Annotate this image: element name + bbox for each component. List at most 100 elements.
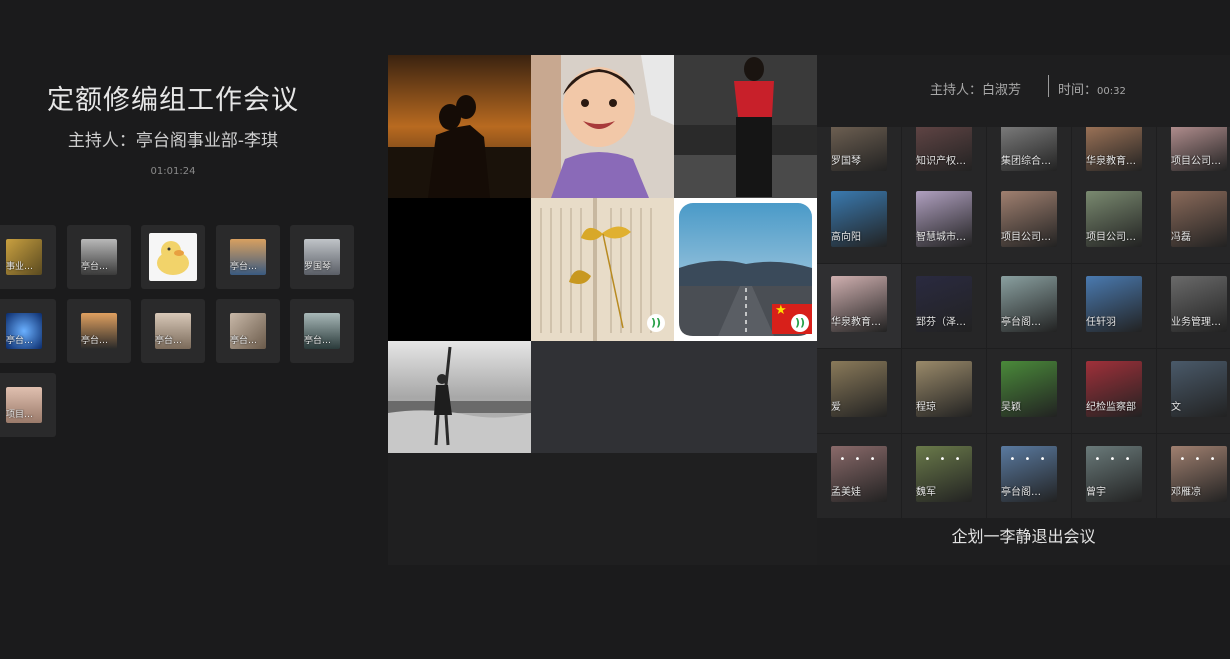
timer-value: 00:32 xyxy=(1097,86,1126,97)
avatar xyxy=(149,233,197,281)
participant-tile[interactable]: 亭台… xyxy=(216,225,280,289)
participant-tile[interactable]: • • • 曾宇 xyxy=(1072,434,1156,518)
participant-name: 亭台… xyxy=(81,336,109,346)
participant-name: 纪检监察部 xyxy=(1086,402,1136,413)
video-feed[interactable] xyxy=(388,341,531,453)
participant-tile[interactable]: 业务管理… xyxy=(1157,264,1230,348)
participant-tile[interactable]: 亭台… xyxy=(67,225,131,289)
participant-tile[interactable]: 华泉教育… xyxy=(817,264,901,348)
participant-tile[interactable]: 郅芬（泽… xyxy=(902,264,986,348)
participant-name: 亭台… xyxy=(304,336,332,346)
participant-tile[interactable]: 罗国琴 xyxy=(290,225,354,289)
video-feed[interactable]: ★ )) xyxy=(674,198,817,341)
participant-name: 亭台阁… xyxy=(1001,317,1041,328)
participant-name: 亭台阁… xyxy=(1001,487,1041,498)
video-feed-empty xyxy=(674,341,817,453)
right-header: 主持人：白淑芳 时间：00:32 xyxy=(817,55,1230,127)
participant-name: 项目公司… xyxy=(1086,232,1136,243)
participant-tile[interactable]: 吴颖 xyxy=(987,349,1071,433)
participant-tile[interactable]: 高向阳 xyxy=(817,179,901,263)
participant-name: 亭台… xyxy=(6,336,34,346)
participant-name: 亭台… xyxy=(81,262,109,272)
participant-name: 罗国琴 xyxy=(831,156,861,167)
participant-name: 曾宇 xyxy=(1086,487,1106,498)
connecting-dots-icon: • • • xyxy=(839,454,879,465)
participant-tile[interactable]: 文 xyxy=(1157,349,1230,433)
participant-tile[interactable]: 亭台… xyxy=(141,299,205,363)
participant-name: 集团综合… xyxy=(1001,156,1051,167)
participant-name: 吴颖 xyxy=(1001,402,1021,413)
participant-name: 程琼 xyxy=(916,402,936,413)
participant-tile[interactable]: 亭台… xyxy=(67,299,131,363)
participant-name: 罗国琴 xyxy=(304,262,332,272)
participant-name: 华泉教育… xyxy=(831,317,881,328)
participant-name: 智慧城市… xyxy=(916,232,966,243)
video-feed[interactable] xyxy=(674,55,817,198)
connecting-dots-icon: • • • xyxy=(1094,454,1134,465)
participant-tile[interactable]: 智慧城市… xyxy=(902,179,986,263)
participant-tile[interactable]: 项目公司… xyxy=(1072,179,1156,263)
participant-name: 业务管理… xyxy=(1171,317,1221,328)
participant-tile[interactable]: 项目公司… xyxy=(987,179,1071,263)
participant-panel: 主持人：白淑芳 时间：00:32 罗国琴 知识产权… 集团综合… 华泉教育… 项目公司…… xyxy=(817,55,1230,565)
meeting-info-panel: 定额修编组工作会议 主持人：亭台阁事业部-李琪 01:01:24 事业… 亭台… xyxy=(0,55,372,565)
participant-name: 任轩羽 xyxy=(1086,317,1116,328)
participant-tile[interactable]: • • • 孟美娃 xyxy=(817,434,901,518)
participant-name: 事业… xyxy=(6,262,34,272)
connecting-dots-icon: • • • xyxy=(924,454,964,465)
participant-name: 亭台… xyxy=(155,336,183,346)
right-host-label: 主持人：白淑芳 xyxy=(930,83,1022,98)
participant-name: 魏军 xyxy=(916,487,936,498)
participant-name: 亭台… xyxy=(230,336,258,346)
participant-name: 项目… xyxy=(6,410,34,420)
participant-name: 项目公司… xyxy=(1001,232,1051,243)
meeting-host: 主持人：亭台阁事业部-李琪 xyxy=(67,131,279,151)
participant-name: 郅芬（泽… xyxy=(916,317,966,328)
leave-notification: 企划一李静退出会议 xyxy=(951,527,1096,546)
participant-name: 爱 xyxy=(831,402,841,413)
participant-name: 文 xyxy=(1171,402,1181,413)
beach-person-video xyxy=(388,341,531,453)
participant-name: 项目公司… xyxy=(1171,156,1221,167)
video-feed[interactable] xyxy=(531,55,674,198)
connecting-dots-icon: • • • xyxy=(1009,454,1049,465)
participant-tile[interactable]: 项目… xyxy=(0,373,56,437)
meeting-title: 定额修编组工作会议 xyxy=(47,85,299,116)
video-feed[interactable] xyxy=(388,55,531,198)
video-feed[interactable]: )) xyxy=(531,198,674,341)
participant-tile[interactable]: 任轩羽 xyxy=(1072,264,1156,348)
video-feed[interactable] xyxy=(388,198,531,341)
participant-tile[interactable]: • • • 亭台阁… xyxy=(987,434,1071,518)
center-bottom-area xyxy=(388,453,817,565)
participant-tile[interactable]: 亭台… xyxy=(290,299,354,363)
participant-tile[interactable] xyxy=(141,225,205,289)
participant-tile[interactable]: 亭台… xyxy=(216,299,280,363)
header-divider xyxy=(1048,75,1049,97)
participant-name: 邓雁凉 xyxy=(1171,487,1201,498)
page-bottom xyxy=(0,565,1230,659)
participant-tile[interactable]: • • • 邓雁凉 xyxy=(1157,434,1230,518)
participant-name: 高向阳 xyxy=(831,232,861,243)
meeting-duration: 01:01:24 xyxy=(150,166,196,177)
sunset-couple-video xyxy=(388,55,531,198)
meeting-timer: 时间：00:32 xyxy=(1058,83,1126,98)
participant-tile[interactable]: 冯磊 xyxy=(1157,179,1230,263)
video-grid: )) ★ )) xyxy=(388,55,817,453)
participant-tile[interactable]: 亭台… xyxy=(0,299,56,363)
participant-name: 孟美娃 xyxy=(831,487,861,498)
audio-active-icon: )) xyxy=(791,314,809,332)
participant-name: 华泉教育… xyxy=(1086,156,1136,167)
participant-tile[interactable]: • • • 魏军 xyxy=(902,434,986,518)
participant-name: 知识产权… xyxy=(916,156,966,167)
participant-name: 亭台… xyxy=(230,262,258,272)
duck-avatar-icon xyxy=(157,241,189,275)
red-top-woman-video xyxy=(674,55,817,198)
participant-tile[interactable]: 爱 xyxy=(817,349,901,433)
participant-tile[interactable]: 程琼 xyxy=(902,349,986,433)
participant-tile[interactable]: 事业… xyxy=(0,225,56,289)
smiling-child-video xyxy=(531,55,674,198)
participant-name: 冯磊 xyxy=(1171,232,1191,243)
connecting-dots-icon: • • • xyxy=(1179,454,1219,465)
participant-tile[interactable]: 纪检监察部 xyxy=(1072,349,1156,433)
participant-tile[interactable]: 亭台阁… xyxy=(987,264,1071,348)
